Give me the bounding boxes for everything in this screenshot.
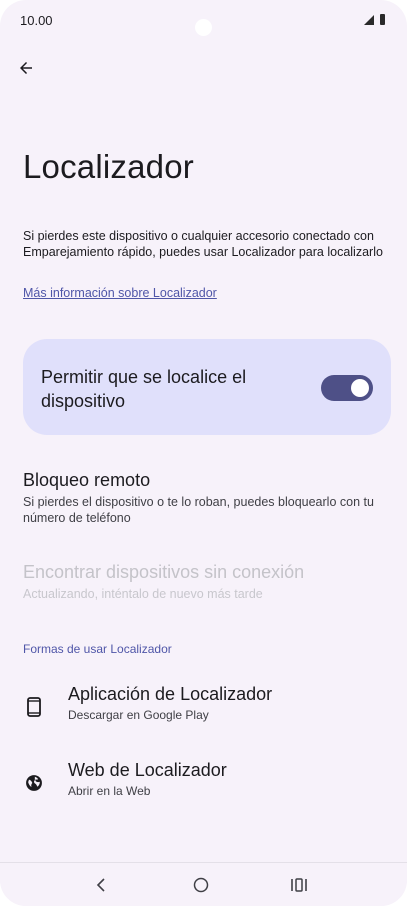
finder-web-item[interactable]: Web de Localizador Abrir en la Web [0, 758, 407, 818]
nav-back-icon [96, 878, 105, 892]
finder-app-item[interactable]: Aplicación de Localizador Descargar en G… [0, 682, 407, 742]
screen: 10.00 Localizador Si pierdes este dispos… [0, 0, 407, 906]
finder-app-title: Aplicación de Localizador [68, 684, 273, 704]
nav-recents-icon [291, 878, 307, 892]
allow-locate-toggle-card[interactable]: Permitir que se localice el dispositivo [23, 339, 391, 435]
remote-lock-item[interactable]: Bloqueo remoto Si pierdes el dispositivo… [23, 468, 391, 526]
remote-lock-title: Bloqueo remoto [23, 470, 151, 490]
status-bar: 10.00 [0, 0, 407, 40]
signal-icon [364, 14, 374, 25]
finder-app-subtitle: Descargar en Google Play [68, 708, 209, 722]
finder-web-subtitle: Abrir en la Web [68, 784, 151, 798]
offline-devices-item: Encontrar dispositivos sin conexión Actu… [23, 560, 391, 602]
offline-devices-title: Encontrar dispositivos sin conexión [23, 562, 305, 582]
camera-cutout [195, 19, 212, 36]
allow-locate-switch[interactable] [321, 375, 373, 401]
learn-more-link[interactable]: Más información sobre Localizador [23, 286, 217, 300]
remote-lock-subtitle: Si pierdes el dispositivo o te lo roban,… [23, 495, 374, 525]
status-time: 10.00 [20, 13, 53, 28]
nav-home-icon [193, 877, 209, 893]
page-description: Si pierdes este dispositivo o cualquier … [23, 229, 383, 259]
nav-recents-button[interactable] [284, 871, 314, 899]
finder-web-title: Web de Localizador [68, 760, 227, 780]
switch-knob [351, 379, 369, 397]
back-button[interactable] [12, 54, 40, 82]
smartphone-icon [24, 696, 44, 718]
globe-icon [24, 772, 44, 794]
allow-locate-label: Permitir que se localice el dispositivo [41, 367, 247, 411]
finder-web-text: Web de Localizador Abrir en la Web [68, 758, 227, 798]
nav-back-button[interactable] [86, 871, 116, 899]
status-icons [364, 14, 385, 25]
finder-app-text: Aplicación de Localizador Descargar en G… [68, 682, 272, 722]
battery-icon [380, 14, 385, 25]
navigation-bar [0, 862, 407, 906]
ways-section-header: Formas de usar Localizador [23, 642, 172, 656]
offline-devices-subtitle: Actualizando, inténtalo de nuevo más tar… [23, 587, 263, 601]
arrow-left-icon [20, 62, 32, 74]
nav-home-button[interactable] [186, 871, 216, 899]
page-title: Localizador [23, 148, 194, 185]
